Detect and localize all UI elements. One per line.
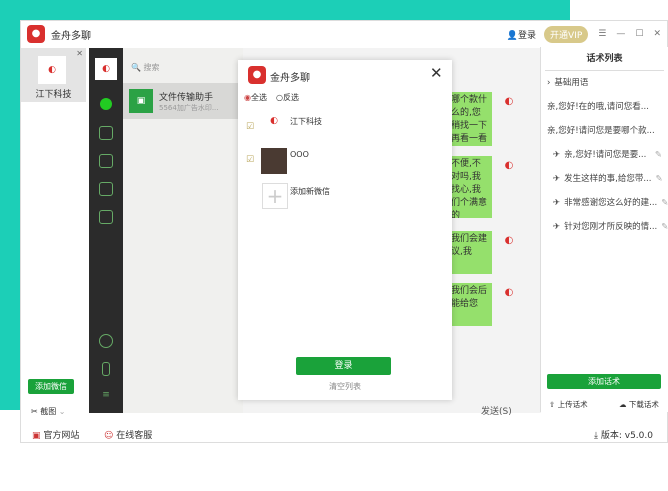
- wechat-sidebar: ◐ ≡: [89, 48, 123, 413]
- login-dialog: ● 金舟多聊 ✕ ◉全选 ○反选 ☑ ◐ 江下科技 ☑ OOO + 添加新微信 …: [238, 60, 452, 400]
- account-avatar: [261, 148, 287, 174]
- minimize-icon[interactable]: —: [616, 29, 625, 39]
- moments-icon[interactable]: [99, 334, 113, 348]
- invert-radio[interactable]: ○反选: [276, 92, 299, 103]
- account-name: OOO: [290, 150, 309, 159]
- phrase-sub-item[interactable]: ✈ 针对您刚才所反映的情... ✎: [541, 215, 668, 239]
- message-bubble: 我们会建议,我: [448, 231, 492, 274]
- account-name: 江下科技: [290, 117, 322, 126]
- download-phrase-button[interactable]: ☁ 下载话术: [619, 399, 659, 410]
- add-phrase-button[interactable]: 添加话术: [547, 374, 661, 389]
- phrase-item[interactable]: 亲,您好!在的哦,请问您看...: [541, 95, 668, 119]
- dialog-logo-icon: ●: [248, 66, 266, 84]
- chat-list: 🔍 搜索 ▣ 文件传输助手 5564加广告水印...: [123, 48, 243, 413]
- sender-avatar: ◐: [504, 287, 514, 298]
- phrase-sub-item[interactable]: ✈ 发生这样的事,给您带... ✎: [541, 167, 668, 191]
- file-transfer-icon: ▣: [129, 89, 153, 113]
- screenshot-button[interactable]: ✂ 截图 ⌄: [31, 406, 66, 417]
- chat-item-name: 文件传输助手: [159, 92, 214, 103]
- dialog-close-icon[interactable]: ✕: [430, 64, 443, 82]
- menu-icon[interactable]: ☰: [598, 29, 606, 39]
- upload-phrase-button[interactable]: ⇧ 上传话术: [549, 399, 588, 410]
- account-checkbox[interactable]: ☑: [246, 122, 254, 132]
- select-all-radio[interactable]: ◉全选: [244, 92, 267, 103]
- add-wechat-button[interactable]: 添加微信: [28, 379, 74, 394]
- message-bubble: 哪个款什么的,您稍找一下再看一看宝贝: [448, 92, 492, 146]
- account-name: 江下科技: [35, 90, 72, 100]
- edit-icon[interactable]: ✎: [655, 143, 662, 167]
- phone-icon[interactable]: [102, 362, 110, 376]
- sender-avatar: ◐: [504, 160, 514, 171]
- vip-button[interactable]: 开通VIP: [544, 25, 589, 43]
- official-website-link[interactable]: ▣ 官方网站: [32, 428, 79, 441]
- phrase-group[interactable]: › 基础用语: [541, 71, 668, 95]
- login-link[interactable]: 👤登录: [507, 28, 536, 41]
- account-avatar: ◐: [270, 116, 278, 126]
- edit-icon[interactable]: ✎: [655, 167, 662, 191]
- phrase-panel: 话术列表 › 基础用语 亲,您好!在的哦,请问您看... 亲,您好!请问您是要哪个…: [540, 47, 668, 412]
- edit-icon[interactable]: ✎: [661, 215, 668, 239]
- title-bar: ● 金舟多聊 👤登录 开通VIP ☰ — ☐ ✕: [21, 21, 668, 47]
- chat-icon[interactable]: [100, 98, 112, 110]
- close-icon[interactable]: ✕: [653, 29, 661, 39]
- chat-item[interactable]: ▣ 文件传输助手 5564加广告水印...: [123, 83, 243, 119]
- login-button[interactable]: 登录: [296, 357, 391, 375]
- wechat-avatar: ◐: [95, 58, 117, 80]
- phrase-sub-item[interactable]: ✈ 非常感谢您这么好的建... ✎: [541, 191, 668, 215]
- clear-list-link[interactable]: 清空列表: [238, 381, 452, 392]
- contacts-icon[interactable]: [99, 126, 113, 140]
- phrase-item[interactable]: 亲,您好!请问您是要哪个款...: [541, 119, 668, 143]
- dialog-title: 金舟多聊: [270, 73, 310, 84]
- sender-avatar: ◐: [504, 96, 514, 107]
- version-label: ⤓ 版本: v5.0.0: [594, 431, 653, 441]
- phrase-sub-item[interactable]: ✈ 亲,您好!请问您是要... ✎: [541, 143, 668, 167]
- edit-icon[interactable]: ✎: [661, 191, 668, 215]
- close-account-icon[interactable]: ✕: [76, 49, 83, 58]
- maximize-icon[interactable]: ☐: [635, 29, 643, 39]
- app-title: 金舟多聊: [51, 30, 91, 42]
- app-logo-icon: ●: [27, 25, 45, 43]
- miniapp-icon[interactable]: [99, 210, 113, 224]
- sender-avatar: ◐: [504, 235, 514, 246]
- more-icon[interactable]: ≡: [89, 390, 123, 400]
- favorites-icon[interactable]: [99, 154, 113, 168]
- add-icon[interactable]: +: [262, 183, 288, 209]
- account-avatar: ◐: [38, 56, 66, 84]
- phrase-title: 话术列表: [545, 47, 664, 71]
- send-button[interactable]: 发送(S): [481, 404, 512, 417]
- online-service-link[interactable]: ☺ 在线客服: [104, 428, 152, 441]
- add-new-wechat-label[interactable]: 添加新微信: [290, 186, 330, 197]
- message-bubble: 我们会后能给您: [448, 283, 492, 326]
- folder-icon[interactable]: [99, 182, 113, 196]
- message-bubble: 不便,不对吗,我找心,我们个满意的: [448, 156, 492, 218]
- account-checkbox[interactable]: ☑: [246, 155, 254, 165]
- account-tab[interactable]: ◐ 江下科技 ✕: [21, 48, 86, 102]
- chat-item-preview: 5564加广告水印...: [159, 103, 219, 112]
- search-input[interactable]: 🔍 搜索: [131, 62, 235, 73]
